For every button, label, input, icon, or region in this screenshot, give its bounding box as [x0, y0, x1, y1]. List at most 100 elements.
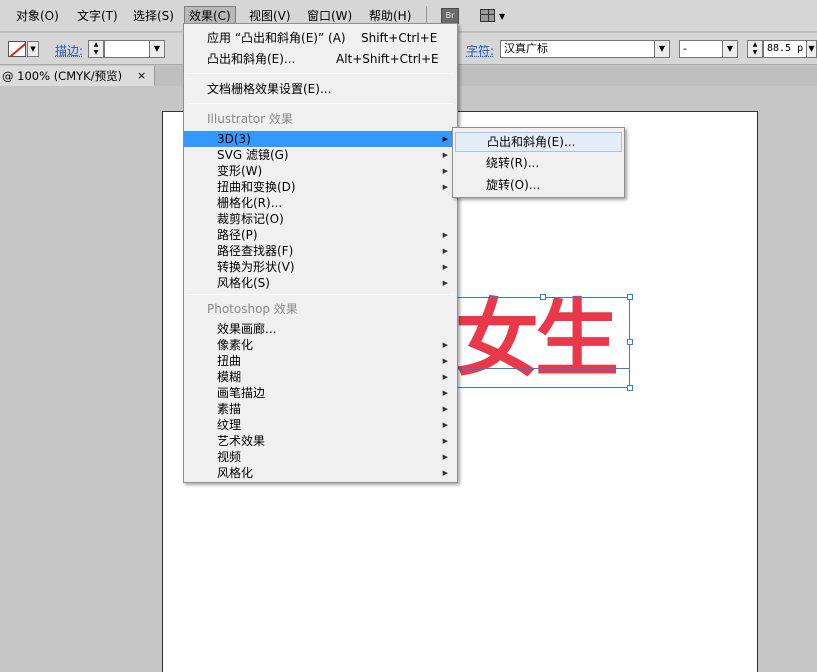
effect-menu: 应用 “凸出和斜角(E)” (A) Shift+Ctrl+E 凸出和斜角(E).…	[183, 23, 458, 483]
submenu-arrow-icon: ▶	[442, 247, 448, 255]
submenu-arrow-icon: ▶	[442, 167, 448, 175]
chevron-down-icon: ▼	[499, 12, 506, 21]
menu-item-extrude-bevel[interactable]: 凸出和斜角(E)...	[455, 132, 622, 152]
resize-handle[interactable]	[540, 294, 546, 300]
document-tab-title: @ 100% (CMYK/预览)	[2, 69, 123, 83]
menu-item-video[interactable]: 视频 ▶	[184, 449, 457, 465]
font-style-field[interactable]: -	[679, 40, 723, 58]
menu-item-stylize[interactable]: 风格化(S) ▶	[184, 275, 457, 291]
menu-item-texture[interactable]: 纹理 ▶	[184, 417, 457, 433]
none-slash-icon	[9, 42, 25, 56]
stroke-weight-dropdown[interactable]: ▼	[149, 40, 165, 58]
menu-item-revolve[interactable]: 绕转(R)...	[453, 155, 624, 171]
menu-item-sketch[interactable]: 素描 ▶	[184, 401, 457, 417]
stroke-weight-field[interactable]	[104, 40, 150, 58]
menu-header-label: Photoshop 效果	[207, 302, 298, 316]
submenu-arrow-icon: ▶	[442, 279, 448, 287]
menu-item-pixelate[interactable]: 像素化 ▶	[184, 337, 457, 353]
menu-item-brush-strokes[interactable]: 画笔描边 ▶	[184, 385, 457, 401]
character-label[interactable]: 字符:	[466, 42, 494, 59]
menu-header-illustrator: Illustrator 效果	[184, 111, 457, 127]
menu-item-label: 栅格化(R)...	[217, 196, 283, 210]
menu-item-convert-to-shape[interactable]: 转换为形状(V) ▶	[184, 259, 457, 275]
menu-item-effect-gallery[interactable]: 效果画廊...	[184, 321, 457, 337]
selection-bounding-box	[455, 297, 630, 388]
menu-item-svg-filters[interactable]: SVG 滤镜(G) ▶	[184, 147, 457, 163]
menu-type[interactable]: 文字(T)	[73, 6, 122, 26]
stroke-label[interactable]: 描边:	[55, 42, 83, 59]
submenu-arrow-icon: ▶	[442, 263, 448, 271]
3d-submenu: 凸出和斜角(E)... 绕转(R)... 旋转(O)...	[452, 127, 625, 198]
font-style-dropdown[interactable]: ▼	[722, 40, 738, 58]
menu-item-label: 文档栅格效果设置(E)...	[207, 82, 332, 96]
submenu-arrow-icon: ▶	[442, 389, 448, 397]
menu-item-distort-transform[interactable]: 扭曲和变换(D) ▶	[184, 179, 457, 195]
submenu-arrow-icon: ▶	[442, 373, 448, 381]
document-tab[interactable]: @ 100% (CMYK/预览) ×	[0, 66, 155, 86]
menu-item-label: 变形(W)	[217, 164, 263, 178]
menu-item-blur[interactable]: 模糊 ▶	[184, 369, 457, 385]
menu-item-label: 旋转(O)...	[486, 178, 541, 192]
submenu-arrow-icon: ▶	[442, 453, 448, 461]
submenu-arrow-icon: ▶	[442, 421, 448, 429]
menu-item-rotate[interactable]: 旋转(O)...	[453, 177, 624, 193]
fill-none-swatch[interactable]	[8, 41, 26, 57]
bridge-button[interactable]: Br	[441, 8, 459, 24]
menu-separator	[188, 294, 454, 295]
menu-separator	[188, 73, 454, 74]
submenu-arrow-icon: ▶	[442, 405, 448, 413]
menu-select[interactable]: 选择(S)	[129, 6, 178, 26]
arrange-grid-icon	[480, 9, 495, 22]
menu-item-label: 转换为形状(V)	[217, 260, 295, 274]
submenu-arrow-icon: ▶	[442, 135, 448, 143]
resize-handle[interactable]	[627, 294, 633, 300]
submenu-arrow-icon: ▶	[442, 151, 448, 159]
menu-item-distort[interactable]: 扭曲 ▶	[184, 353, 457, 369]
menu-item-label: 像素化	[217, 338, 254, 352]
submenu-arrow-icon: ▶	[442, 231, 448, 239]
menu-item-last-effect[interactable]: 凸出和斜角(E)... Alt+Shift+Ctrl+E	[184, 51, 457, 67]
resize-handle[interactable]	[627, 385, 633, 391]
menu-object[interactable]: 对象(O)	[12, 6, 63, 26]
menu-item-label: 效果画廊...	[217, 322, 277, 336]
menu-item-label: 风格化(S)	[217, 276, 270, 290]
font-family-dropdown[interactable]: ▼	[654, 40, 670, 58]
menu-item-label: 裁剪标记(O)	[217, 212, 284, 226]
menu-item-label: 素描	[217, 402, 242, 416]
swatch-dropdown-icon[interactable]: ▼	[27, 41, 39, 57]
stroke-stepper[interactable]: ▲ ▼	[88, 40, 104, 58]
font-size-field[interactable]: 88.5 p	[763, 40, 807, 58]
menu-item-label: 3D(3)	[217, 132, 251, 146]
font-size-stepper[interactable]: ▲ ▼	[747, 40, 763, 58]
menu-item-label: 路径(P)	[217, 228, 258, 242]
menu-item-label: 扭曲和变换(D)	[217, 180, 296, 194]
menu-item-artistic[interactable]: 艺术效果 ▶	[184, 433, 457, 449]
menu-item-label: 绕转(R)...	[486, 156, 540, 170]
menu-item-label: 纹理	[217, 418, 242, 432]
menu-shortcut: Alt+Shift+Ctrl+E	[336, 52, 439, 66]
font-family-field[interactable]: 汉真广标	[500, 40, 655, 58]
menu-item-pathfinder[interactable]: 路径查找器(F) ▶	[184, 243, 457, 259]
close-icon[interactable]: ×	[137, 66, 146, 86]
menu-item-ps-stylize[interactable]: 风格化 ▶	[184, 465, 457, 481]
menu-item-label: 风格化	[217, 466, 254, 480]
menu-item-label: 艺术效果	[217, 434, 266, 448]
selected-text-object[interactable]: 女生	[452, 293, 633, 391]
menu-item-path[interactable]: 路径(P) ▶	[184, 227, 457, 243]
menu-item-label: 画笔描边	[217, 386, 266, 400]
resize-handle[interactable]	[627, 339, 633, 345]
submenu-arrow-icon: ▶	[442, 183, 448, 191]
text-baseline	[455, 368, 630, 369]
menu-item-warp[interactable]: 变形(W) ▶	[184, 163, 457, 179]
arrange-documents-button[interactable]: ▼	[480, 8, 508, 24]
menu-item-label: 应用 “凸出和斜角(E)” (A)	[207, 31, 346, 45]
submenu-arrow-icon: ▶	[442, 469, 448, 477]
menu-item-rasterize[interactable]: 栅格化(R)...	[184, 195, 457, 211]
menu-item-raster-settings[interactable]: 文档栅格效果设置(E)...	[184, 81, 457, 97]
menu-item-apply-last-effect[interactable]: 应用 “凸出和斜角(E)” (A) Shift+Ctrl+E	[184, 30, 457, 46]
menu-item-label: SVG 滤镜(G)	[217, 148, 289, 162]
menu-item-crop-marks[interactable]: 裁剪标记(O)	[184, 211, 457, 227]
font-size-dropdown[interactable]: ▼	[806, 40, 817, 58]
menu-item-label: 凸出和斜角(E)...	[487, 135, 576, 149]
menu-item-3d[interactable]: 3D(3) ▶	[184, 131, 457, 147]
